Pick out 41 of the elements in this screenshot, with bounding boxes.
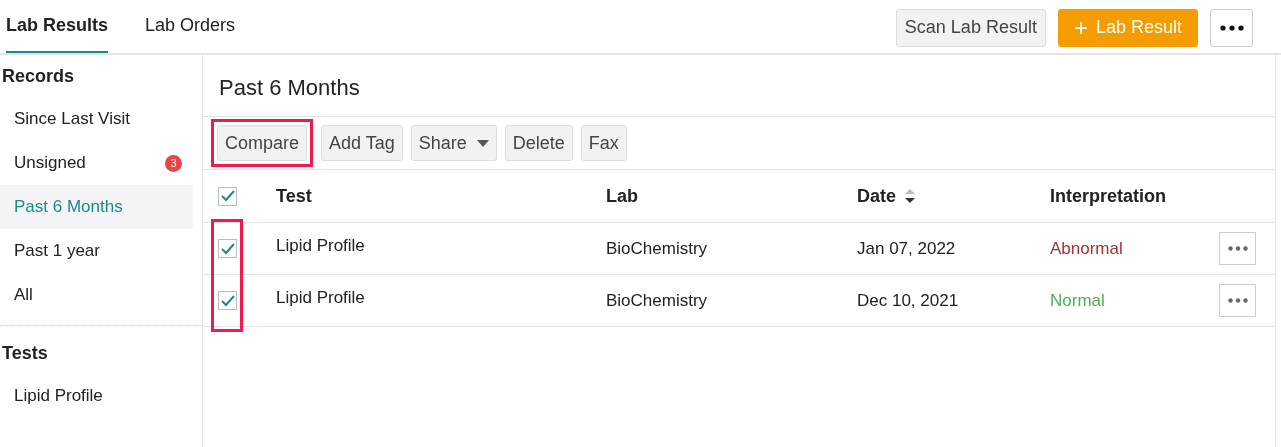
- table-cell-text: Abnormal: [1050, 238, 1124, 259]
- section-heading: Records: [1, 65, 76, 88]
- sort-icon: [904, 188, 916, 204]
- row-checkbox[interactable]: [218, 239, 237, 258]
- page-title: Past 6 Months: [203, 55, 1275, 117]
- toolbar-button[interactable]: Delete: [504, 125, 573, 161]
- toolbar-button[interactable]: Share: [410, 125, 497, 161]
- toolbar-button[interactable]: Fax: [580, 125, 627, 161]
- more-icon: [1219, 24, 1244, 31]
- row-more-button[interactable]: [1219, 232, 1256, 265]
- caret-icon: [476, 139, 489, 147]
- toolbar-button[interactable]: Compare: [217, 125, 308, 161]
- table-cell-text: BioChemistry: [606, 238, 709, 259]
- more-icon: [1227, 246, 1248, 251]
- select-all-checkbox[interactable]: [218, 186, 237, 206]
- sidebar-item[interactable]: Since Last Visit: [0, 97, 202, 141]
- tab[interactable]: Lab Orders: [145, 0, 236, 51]
- toolbar-button[interactable]: Add Tag: [321, 125, 403, 161]
- table-cell-text: Dec 10, 2021: [857, 290, 960, 311]
- column-header[interactable]: Lab: [606, 185, 857, 207]
- column-header[interactable]: Test: [276, 185, 606, 207]
- section-heading: Tests: [1, 342, 49, 365]
- sidebar-item[interactable]: Past 6 Months: [0, 185, 193, 229]
- table-cell-text: BioChemistry: [606, 290, 709, 311]
- row-more-button[interactable]: [1219, 284, 1256, 317]
- sidebar-item[interactable]: All: [0, 273, 202, 317]
- count-badge: 3: [165, 154, 182, 172]
- scan-lab-result-button[interactable]: Scan Lab Result: [895, 8, 1046, 47]
- row-checkbox[interactable]: [218, 291, 237, 310]
- column-header[interactable]: Date: [857, 185, 1050, 207]
- sidebar-item[interactable]: Lipid Profile: [0, 374, 202, 418]
- table-cell-text: Lipid Profile: [276, 235, 366, 256]
- tab[interactable]: Lab Results: [6, 0, 109, 53]
- more-icon: [1227, 298, 1248, 303]
- sidebar-item[interactable]: Unsigned 3: [0, 141, 202, 185]
- table-cell-text: Normal: [1050, 290, 1106, 311]
- column-header[interactable]: Interpretation: [1050, 185, 1219, 207]
- more-button[interactable]: [1210, 8, 1253, 47]
- table-cell-text: Jan 07, 2022: [857, 238, 957, 259]
- sidebar-item[interactable]: Past 1 year: [0, 229, 202, 273]
- table-cell-text: Lipid Profile: [276, 287, 366, 308]
